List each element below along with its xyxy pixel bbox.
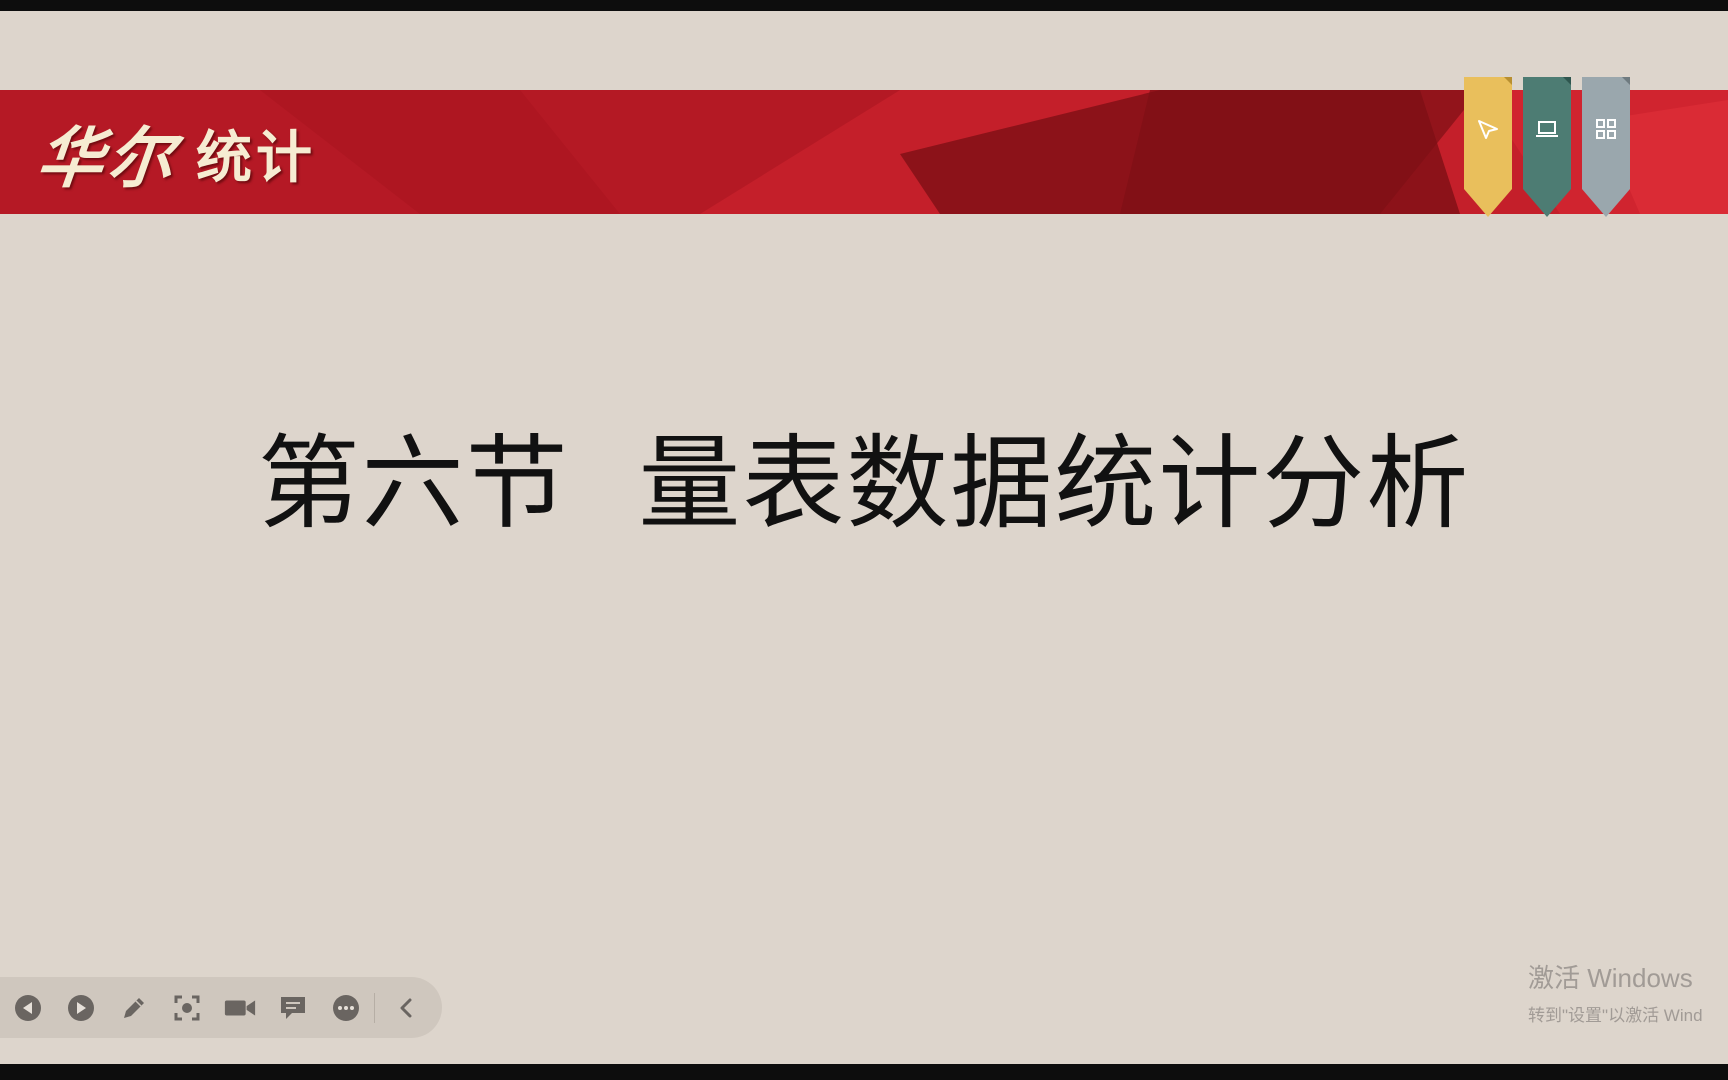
next-slide-button[interactable] bbox=[65, 991, 98, 1025]
pen-icon bbox=[123, 997, 144, 1018]
windows-activation-watermark: 激活 Windows 转到"设置"以激活 Wind bbox=[1528, 958, 1703, 1026]
camera-icon bbox=[224, 999, 255, 1016]
brand-logo: 华尔 统计 bbox=[33, 108, 316, 198]
pointer-icon bbox=[1478, 120, 1498, 139]
slide-title: 第六节 量表数据统计分析 bbox=[257, 425, 1471, 544]
more-button[interactable] bbox=[330, 991, 363, 1025]
brand-name: 华尔 bbox=[33, 119, 182, 197]
laptop-icon bbox=[1536, 121, 1558, 137]
presentation-slide: 华尔 统计 第六节 量表数据统计分析 激活 Windows 转到"设置"以激活 … bbox=[0, 11, 1728, 1064]
prev-slide-button[interactable] bbox=[12, 991, 45, 1025]
pointer-ribbon-button[interactable] bbox=[1464, 77, 1512, 217]
more-icon bbox=[332, 994, 359, 1021]
comment-icon bbox=[281, 996, 306, 1019]
collapse-icon bbox=[400, 998, 412, 1017]
collapse-toolbar-button[interactable] bbox=[389, 991, 422, 1025]
letterbox-bar bbox=[0, 1064, 1728, 1080]
screenshot-icon bbox=[174, 995, 200, 1020]
grid-icon bbox=[1596, 119, 1616, 139]
prev-icon bbox=[15, 994, 42, 1021]
grid-ribbon-button[interactable] bbox=[1582, 77, 1630, 217]
next-icon bbox=[68, 994, 95, 1021]
laptop-ribbon-button[interactable] bbox=[1523, 77, 1571, 217]
comment-button[interactable] bbox=[277, 991, 310, 1025]
pen-button[interactable] bbox=[117, 991, 150, 1025]
brand-subtitle: 统计 bbox=[196, 124, 316, 191]
screenshot-button[interactable] bbox=[170, 991, 203, 1025]
toolbar-divider bbox=[374, 992, 376, 1023]
watermark-line2: 转到"设置"以激活 Wind bbox=[1528, 1006, 1703, 1025]
presentation-toolbar bbox=[0, 977, 442, 1038]
camera-button[interactable] bbox=[223, 991, 257, 1025]
watermark-line1: 激活 Windows bbox=[1528, 963, 1693, 993]
